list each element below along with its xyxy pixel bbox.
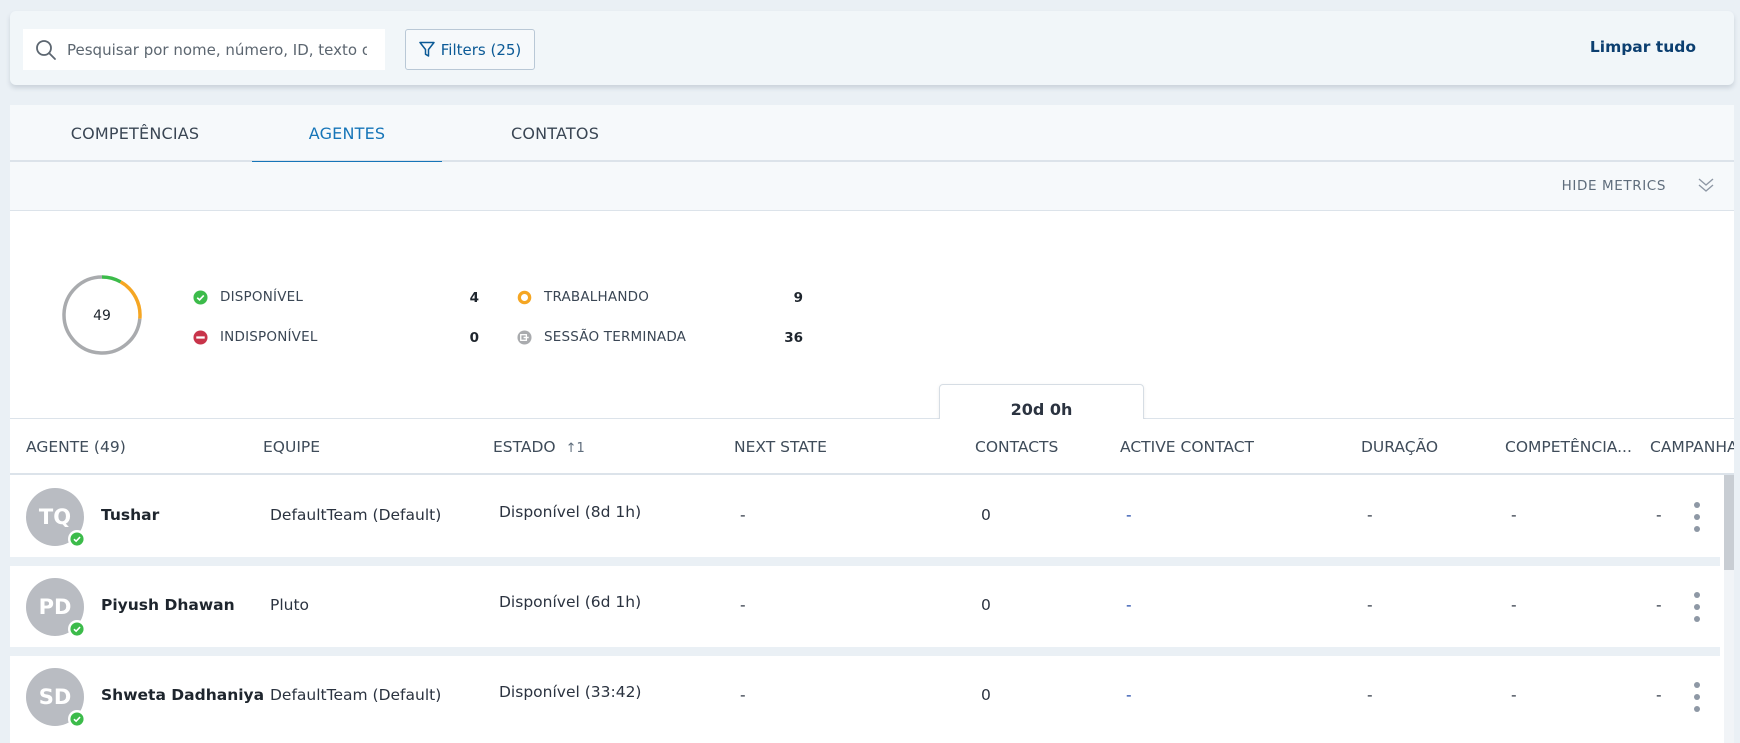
- legend-sessao-terminada: SESSÃO TERMINADA: [517, 329, 686, 345]
- tab-bar: COMPETÊNCIAS AGENTES CONTATOS: [10, 105, 1734, 164]
- legend-trabalhando: TRABALHANDO: [517, 289, 649, 305]
- agent-skills: -: [1511, 506, 1517, 524]
- agent-active-contact[interactable]: -: [1126, 596, 1132, 614]
- agent-state-donut: 49: [62, 275, 142, 355]
- agent-campaign: -: [1656, 506, 1662, 524]
- agent-name[interactable]: Shweta Dadhaniya: [101, 686, 264, 704]
- agent-duration: -: [1367, 506, 1373, 524]
- agent-team: Pluto: [270, 596, 310, 614]
- agent-skills: -: [1511, 596, 1517, 614]
- agent-duration: -: [1367, 686, 1373, 704]
- agent-skills: -: [1511, 686, 1517, 704]
- avatar: SD: [26, 668, 86, 728]
- donut-total: 49: [93, 308, 111, 324]
- longest-duration-value: 20d 0h: [1010, 399, 1073, 419]
- agent-active-contact[interactable]: -: [1126, 506, 1132, 524]
- agent-state: Disponível (6d 1h): [499, 593, 642, 611]
- search-icon: [36, 39, 56, 60]
- legend-indisponivel: INDISPONÍVEL: [193, 329, 318, 345]
- agent-team: DefaultTeam (Default): [270, 686, 442, 704]
- col-estado[interactable]: ESTADO ↑1: [493, 438, 585, 456]
- sort-ascending-icon: ↑1: [565, 441, 585, 456]
- count-indisponivel: 0: [469, 330, 479, 346]
- table-header: AGENTE (49) EQUIPE ESTADO ↑1 NEXT STATE C…: [10, 419, 1734, 475]
- agent-state: Disponível (8d 1h): [499, 503, 642, 521]
- table-row[interactable]: PD Piyush Dhawan Pluto Disponível (6d 1h…: [10, 566, 1720, 647]
- agent-next-state: -: [740, 596, 746, 614]
- filters-label: Filters (25): [440, 40, 522, 59]
- col-equipe[interactable]: EQUIPE: [263, 438, 320, 456]
- metrics-section: 49 DISPONÍVEL 4 INDISPONÍVEL 0 TRABALHAN…: [10, 211, 1734, 457]
- row-more-icon[interactable]: [1692, 592, 1702, 622]
- col-active-contact[interactable]: ACTIVE CONTACT: [1120, 438, 1254, 456]
- agent-team: DefaultTeam (Default): [270, 506, 442, 524]
- available-status-icon: [68, 530, 86, 548]
- row-more-icon[interactable]: [1692, 682, 1702, 712]
- agent-contacts: 0: [981, 506, 991, 524]
- agents-panel: COMPETÊNCIAS AGENTES CONTATOS HIDE METRI…: [10, 105, 1734, 743]
- avatar: TQ: [26, 488, 86, 548]
- agent-duration: -: [1367, 596, 1373, 614]
- donut-segment-trabalhando: [119, 280, 142, 319]
- row-more-icon[interactable]: [1692, 502, 1702, 532]
- available-status-icon: [68, 710, 86, 728]
- agent-state: Disponível (33:42): [499, 683, 642, 701]
- count-disponivel: 4: [469, 290, 479, 306]
- legend-disponivel: DISPONÍVEL: [193, 289, 303, 305]
- search-field[interactable]: [23, 29, 385, 70]
- agent-name[interactable]: Tushar: [101, 506, 159, 524]
- page: Filters (25) Limpar tudo COMPETÊNCIAS AG…: [0, 0, 1740, 743]
- agent-next-state: -: [740, 506, 746, 524]
- donut-segment-disponível: [101, 275, 122, 284]
- table-row[interactable]: TQ Tushar DefaultTeam (Default) Disponív…: [10, 476, 1720, 557]
- tab-contatos[interactable]: CONTATOS: [460, 105, 650, 162]
- check-circle-icon: [193, 289, 208, 305]
- available-status-icon: [68, 620, 86, 638]
- table-body: TQ Tushar DefaultTeam (Default) Disponív…: [10, 476, 1720, 743]
- col-contacts[interactable]: CONTACTS: [975, 438, 1058, 456]
- agent-active-contact[interactable]: -: [1126, 686, 1132, 704]
- clear-all-link[interactable]: Limpar tudo: [1590, 38, 1696, 56]
- col-agente[interactable]: AGENTE (49): [26, 438, 126, 456]
- tab-competencias[interactable]: COMPETÊNCIAS: [40, 105, 230, 162]
- filter-icon: [418, 41, 435, 57]
- col-competencias[interactable]: COMPETÊNCIA...: [1505, 438, 1632, 456]
- col-campanha[interactable]: CAMPANHA: [1650, 438, 1734, 456]
- working-ring-icon: [517, 290, 532, 304]
- search-input[interactable]: [67, 40, 367, 59]
- logout-icon: [517, 329, 532, 345]
- filters-button[interactable]: Filters (25): [405, 29, 535, 70]
- count-sessao-terminada: 36: [784, 330, 803, 346]
- agent-name[interactable]: Piyush Dhawan: [101, 596, 235, 614]
- avatar: PD: [26, 578, 86, 638]
- search-bar: Filters (25) Limpar tudo: [10, 11, 1734, 85]
- agent-campaign: -: [1656, 686, 1662, 704]
- agent-contacts: 0: [981, 686, 991, 704]
- agent-campaign: -: [1656, 596, 1662, 614]
- double-chevron-down-icon[interactable]: [1696, 175, 1716, 195]
- scrollbar-thumb[interactable]: [1724, 475, 1734, 570]
- agent-contacts: 0: [981, 596, 991, 614]
- col-duracao[interactable]: DURAÇÃO: [1361, 438, 1438, 456]
- hide-metrics-button[interactable]: HIDE METRICS: [1562, 178, 1666, 194]
- table-row[interactable]: SD Shweta Dadhaniya DefaultTeam (Default…: [10, 656, 1720, 743]
- col-next-state[interactable]: NEXT STATE: [734, 438, 827, 456]
- tab-agentes[interactable]: AGENTES: [252, 105, 442, 164]
- table-scrollbar[interactable]: [1724, 475, 1734, 743]
- minus-circle-icon: [193, 329, 208, 345]
- agent-next-state: -: [740, 686, 746, 704]
- count-trabalhando: 9: [793, 290, 803, 306]
- metrics-toolbar: HIDE METRICS: [10, 162, 1734, 211]
